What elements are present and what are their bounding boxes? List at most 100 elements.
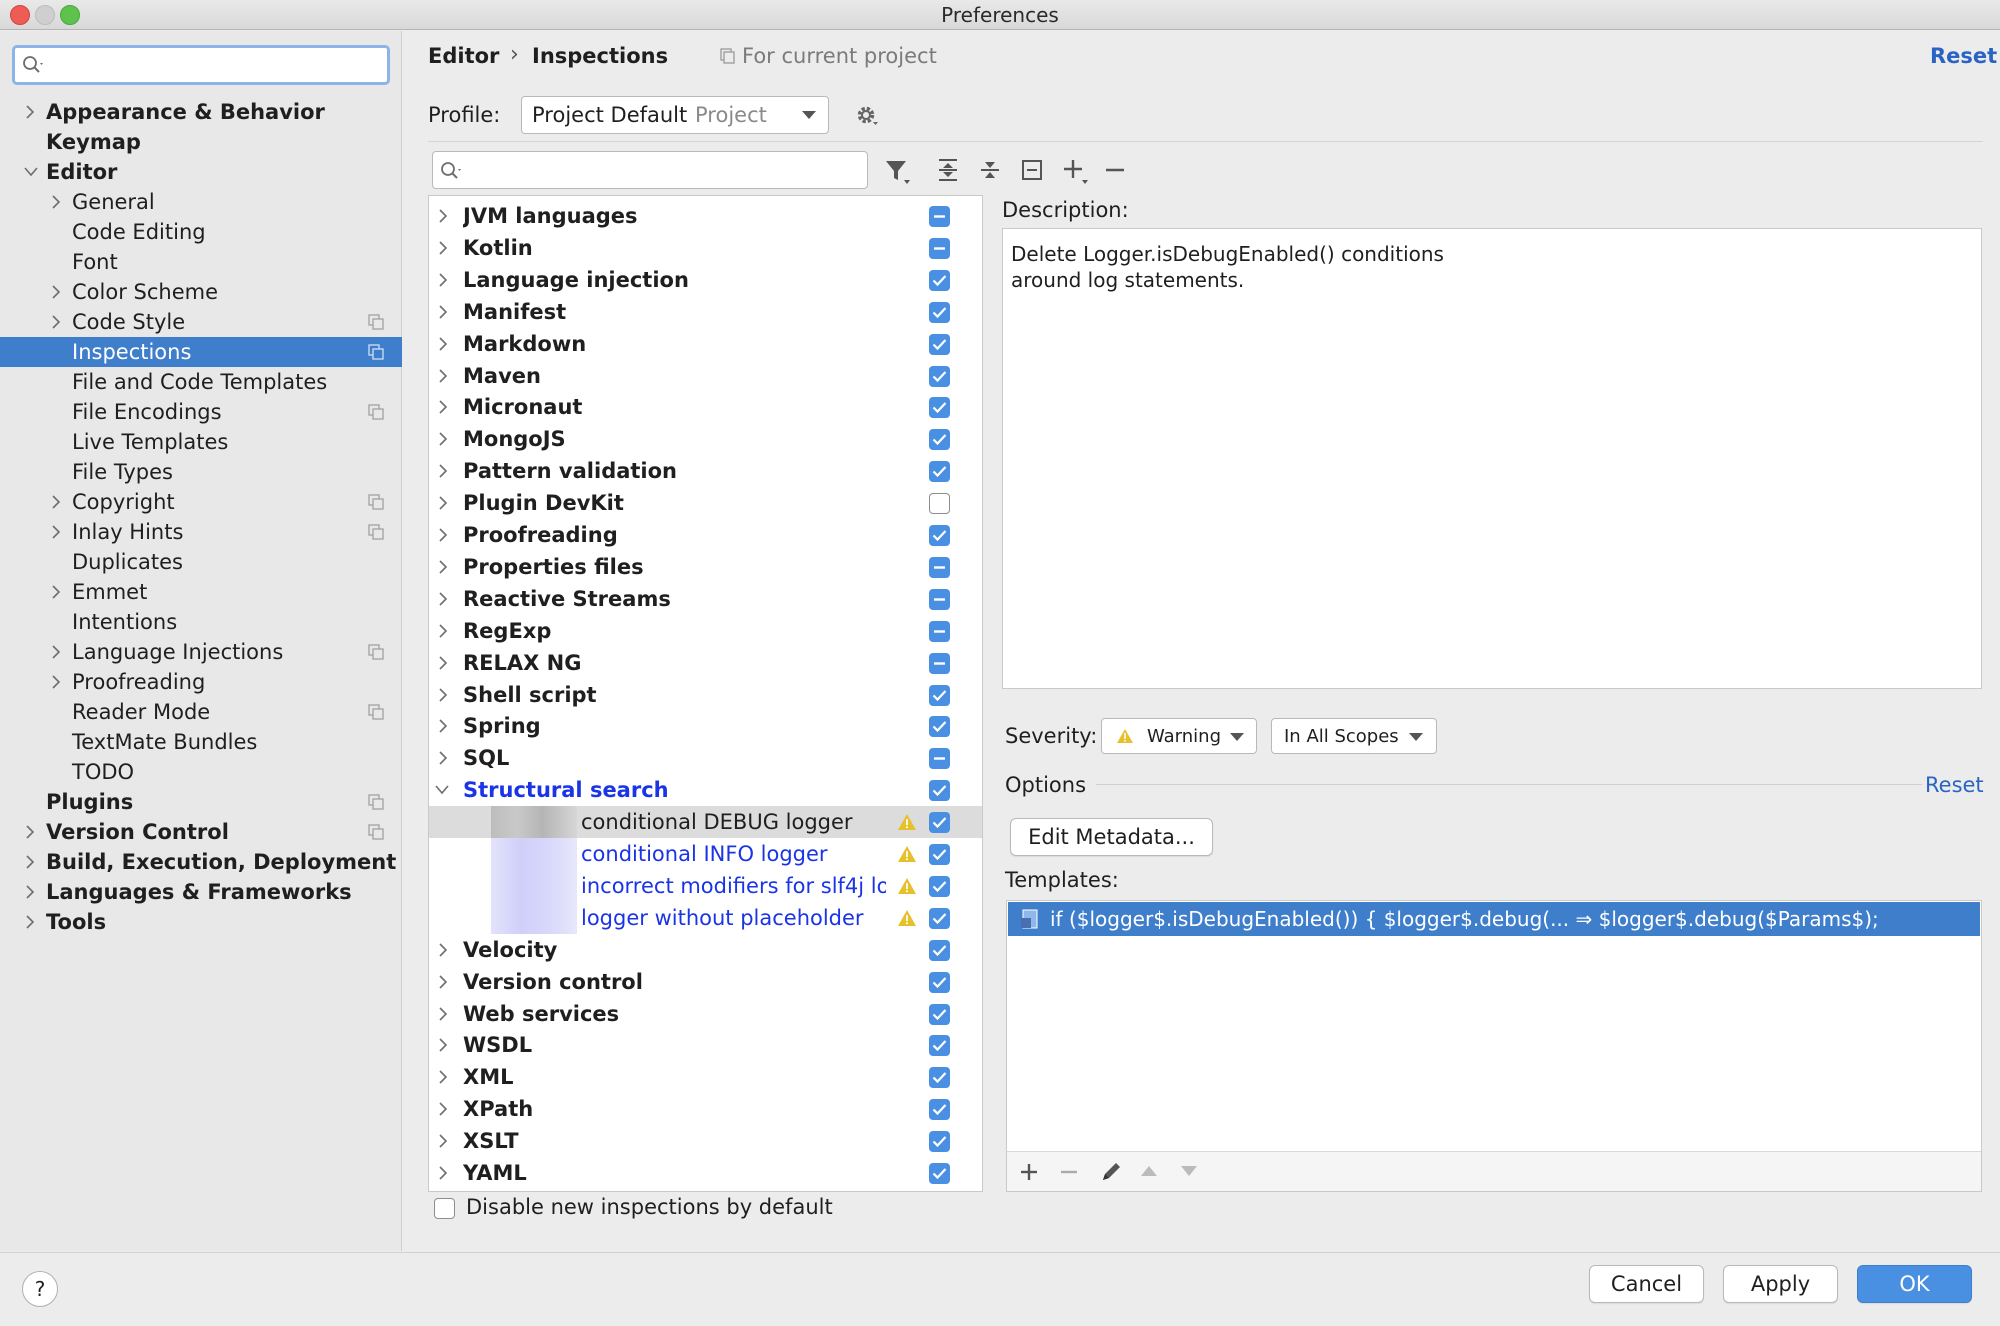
move-up-icon[interactable] (1139, 1164, 1159, 1178)
inspection-group-row[interactable]: SQL (429, 742, 982, 774)
inspection-group-row[interactable]: XML (429, 1061, 982, 1093)
chevron-right-icon[interactable] (50, 675, 62, 689)
inspection-checkbox[interactable] (929, 588, 950, 610)
inspection-group-row[interactable]: Version control (429, 966, 982, 998)
sidebar-item-copyright[interactable]: Copyright (0, 487, 402, 517)
inspection-checkbox[interactable] (929, 493, 950, 515)
chevron-right-icon[interactable] (437, 496, 449, 510)
inspection-group-row[interactable]: XSLT (429, 1125, 982, 1157)
sidebar-item-textmate-bundles[interactable]: TextMate Bundles (0, 727, 402, 757)
inspection-group-row[interactable]: XPath (429, 1093, 982, 1125)
inspection-group-row[interactable]: RegExp (429, 615, 982, 647)
inspection-group-row[interactable]: Kotlin (429, 232, 982, 264)
chevron-right-icon[interactable] (24, 825, 36, 839)
reset-link[interactable]: Reset (1930, 44, 1997, 68)
gear-icon[interactable] (854, 103, 880, 129)
chevron-right-icon[interactable] (437, 528, 449, 542)
inspection-group-row[interactable]: Proofreading (429, 519, 982, 551)
inspection-row[interactable]: logger without placeholder (429, 901, 982, 934)
chevron-right-icon[interactable] (437, 624, 449, 638)
inspection-checkbox[interactable] (929, 620, 950, 642)
sidebar-item-language-injections[interactable]: Language Injections (0, 637, 402, 667)
inspection-group-row[interactable]: Micronaut (429, 391, 982, 423)
sidebar-item-emmet[interactable]: Emmet (0, 577, 402, 607)
inspection-group-row[interactable]: Web services (429, 998, 982, 1030)
inspection-checkbox[interactable] (929, 684, 950, 706)
sidebar-item-general[interactable]: General (0, 187, 402, 217)
sidebar-item-file-encodings[interactable]: File Encodings (0, 397, 402, 427)
inspection-checkbox[interactable] (929, 333, 950, 355)
inspection-group-row[interactable]: YAML (429, 1157, 982, 1189)
chevron-right-icon[interactable] (437, 464, 449, 478)
inspection-row[interactable]: conditional DEBUG logger (429, 806, 982, 839)
sidebar-item-todo[interactable]: TODO (0, 757, 402, 787)
sidebar-item-appearance-behavior[interactable]: Appearance & Behavior (0, 97, 402, 127)
chevron-right-icon[interactable] (24, 885, 36, 899)
chevron-right-icon[interactable] (437, 975, 449, 989)
inspection-group-row[interactable]: Properties files (429, 551, 982, 583)
ok-button[interactable]: OK (1857, 1265, 1972, 1303)
chevron-right-icon[interactable] (437, 400, 449, 414)
chevron-right-icon[interactable] (437, 719, 449, 733)
chevron-right-icon[interactable] (437, 656, 449, 670)
reset-to-default-icon[interactable] (1020, 158, 1046, 184)
inspection-checkbox[interactable] (929, 556, 950, 578)
chevron-down-icon[interactable] (24, 165, 38, 179)
chevron-right-icon[interactable] (437, 943, 449, 957)
chevron-right-icon[interactable] (437, 1134, 449, 1148)
collapse-all-icon[interactable] (978, 158, 1004, 184)
inspection-checkbox[interactable] (929, 301, 950, 323)
inspection-group-row[interactable]: Reactive Streams (429, 583, 982, 615)
inspection-group-row[interactable]: Spring (429, 710, 982, 742)
chevron-right-icon[interactable] (50, 195, 62, 209)
inspection-search-input[interactable] (432, 151, 868, 189)
sidebar-item-live-templates[interactable]: Live Templates (0, 427, 402, 457)
edit-pencil-icon[interactable] (1099, 1160, 1123, 1184)
sidebar-item-tools[interactable]: Tools (0, 907, 402, 937)
template-row[interactable]: if ($logger$.isDebugEnabled()) { $logger… (1008, 902, 1980, 936)
chevron-right-icon[interactable] (50, 285, 62, 299)
chevron-down-icon[interactable] (435, 783, 449, 797)
sidebar-item-editor[interactable]: Editor (0, 157, 402, 187)
inspection-checkbox[interactable] (929, 907, 950, 929)
chevron-right-icon[interactable] (437, 751, 449, 765)
severity-dropdown[interactable]: Warning (1101, 718, 1257, 754)
inspection-group-row[interactable]: Language injection (429, 264, 982, 296)
chevron-right-icon[interactable] (437, 432, 449, 446)
sidebar-item-code-style[interactable]: Code Style (0, 307, 402, 337)
inspection-row[interactable]: incorrect modifiers for slf4j logger (429, 869, 982, 902)
inspection-group-row[interactable]: Markdown (429, 328, 982, 360)
inspection-checkbox[interactable] (929, 269, 950, 291)
chevron-right-icon[interactable] (50, 645, 62, 659)
chevron-right-icon[interactable] (24, 105, 36, 119)
settings-search-input[interactable] (12, 45, 390, 85)
filter-icon[interactable] (884, 158, 912, 186)
sidebar-item-keymap[interactable]: Keymap (0, 127, 402, 157)
inspection-group-row[interactable]: Pattern validation (429, 455, 982, 487)
inspection-group-row[interactable]: Velocity (429, 934, 982, 966)
move-down-icon[interactable] (1179, 1164, 1199, 1178)
sidebar-item-proofreading[interactable]: Proofreading (0, 667, 402, 697)
inspection-group-row[interactable]: RELAX NG (429, 647, 982, 679)
expand-all-icon[interactable] (936, 158, 962, 184)
sidebar-item-color-scheme[interactable]: Color Scheme (0, 277, 402, 307)
chevron-right-icon[interactable] (50, 525, 62, 539)
add-template-icon[interactable] (1019, 1162, 1039, 1182)
sidebar-item-file-types[interactable]: File Types (0, 457, 402, 487)
inspection-group-row[interactable]: MongoJS (429, 423, 982, 455)
inspection-checkbox[interactable] (929, 429, 950, 451)
inspection-checkbox[interactable] (929, 237, 950, 259)
inspection-group-row[interactable]: Manifest (429, 296, 982, 328)
sidebar-item-file-and-code-templates[interactable]: File and Code Templates (0, 367, 402, 397)
chevron-right-icon[interactable] (437, 1070, 449, 1084)
inspection-checkbox[interactable] (929, 939, 950, 961)
inspection-checkbox[interactable] (929, 461, 950, 483)
inspection-checkbox[interactable] (929, 1067, 950, 1089)
inspection-group-row[interactable]: Maven (429, 360, 982, 392)
sidebar-item-plugins[interactable]: Plugins (0, 787, 402, 817)
chevron-right-icon[interactable] (437, 560, 449, 574)
inspection-checkbox[interactable] (929, 1003, 950, 1025)
edit-metadata-button[interactable]: Edit Metadata... (1010, 818, 1213, 856)
cancel-button[interactable]: Cancel (1589, 1265, 1704, 1303)
chevron-right-icon[interactable] (50, 585, 62, 599)
